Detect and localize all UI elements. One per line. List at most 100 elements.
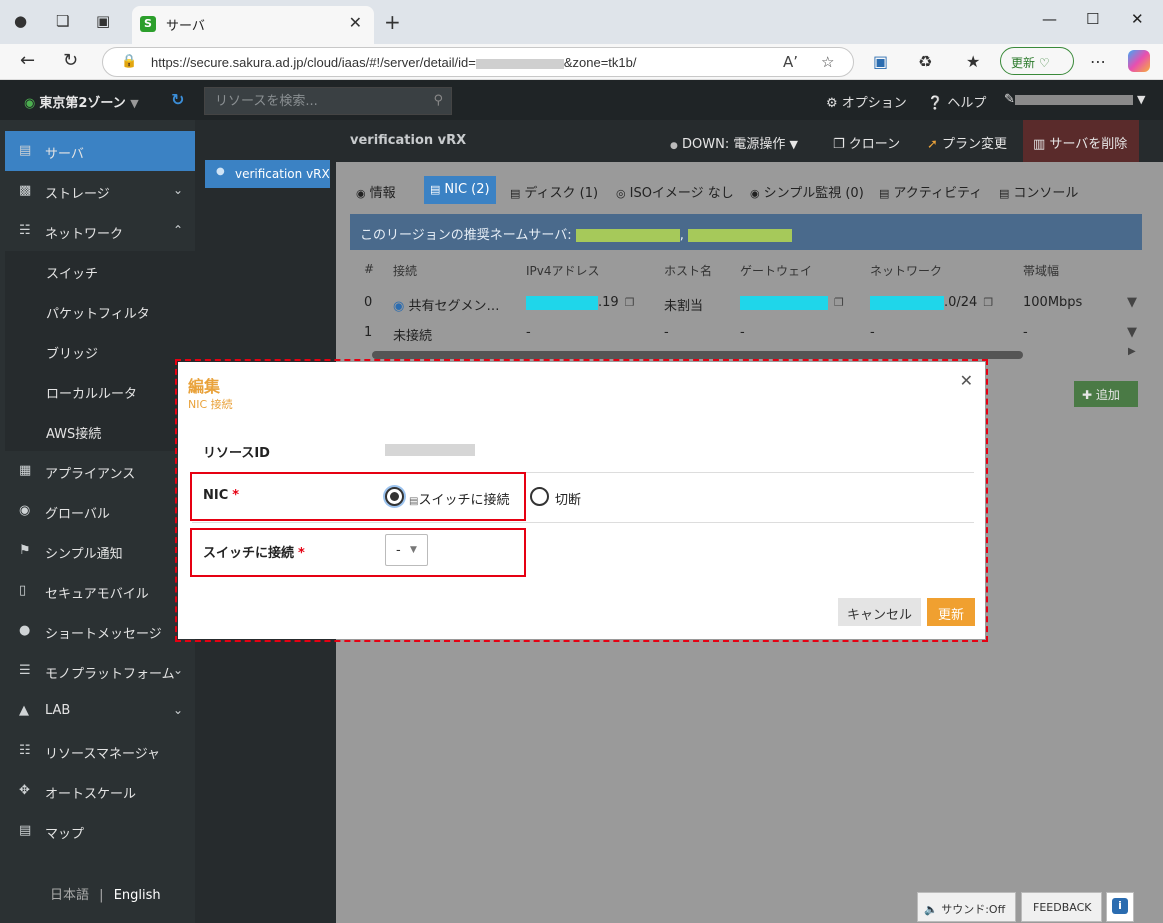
minimize-icon[interactable]: — bbox=[1042, 10, 1057, 28]
plus-icon: ✚ bbox=[1082, 388, 1093, 402]
sidebar-subitem-aws[interactable]: AWS接続 bbox=[5, 411, 195, 451]
copy-icon[interactable]: ❐ bbox=[834, 296, 844, 309]
add-nic-button[interactable]: ✚ 追加 bbox=[1074, 381, 1138, 407]
url-field[interactable]: 🔒 https://secure.sakura.ad.jp/cloud/iaas… bbox=[102, 47, 854, 77]
power-menu-button[interactable]: ● DOWN: 電源操作 ▼ bbox=[670, 133, 798, 152]
col-ipv4: IPv4アドレス bbox=[526, 264, 600, 278]
chevron-down-icon: ⌄ bbox=[172, 703, 183, 717]
info-button[interactable]: i bbox=[1106, 892, 1134, 922]
tab-info[interactable]: ◉ 情報 bbox=[356, 176, 396, 204]
tab-actions-icon[interactable]: ▣ bbox=[96, 12, 110, 30]
maximize-icon[interactable]: ☐ bbox=[1086, 10, 1099, 28]
more-menu-icon[interactable]: ⋯ bbox=[1090, 52, 1106, 71]
col-host: ホスト名 bbox=[664, 264, 713, 278]
extension-s-icon[interactable]: ▣ bbox=[873, 52, 888, 71]
close-tab-icon[interactable]: ✕ bbox=[349, 13, 362, 32]
sidebar-item-secure-mobile[interactable]: ▯ セキュアモバイル bbox=[5, 571, 195, 611]
sidebar-item-appliance[interactable]: ▦ アプライアンス bbox=[5, 451, 195, 491]
server-list-item[interactable]: ● verification vRX bbox=[205, 160, 330, 188]
zone-selector[interactable]: ◉ 東京第2ゾーン ▼ bbox=[24, 92, 139, 111]
sidebar-item-network[interactable]: ☵ ネットワーク ⌃ bbox=[5, 211, 195, 251]
row0-conn[interactable]: ◉ 共有セグメン… bbox=[393, 295, 500, 314]
sidebar-item-map[interactable]: ▤ マップ bbox=[5, 811, 195, 851]
copilot-icon[interactable] bbox=[1128, 50, 1150, 72]
tab-disk[interactable]: ▤ ディスク (1) bbox=[510, 176, 598, 204]
profile-icon[interactable]: ● bbox=[14, 12, 27, 30]
read-aloud-icon[interactable]: A’ bbox=[783, 53, 798, 71]
globe-icon: ◉ bbox=[24, 96, 36, 111]
favorite-star-icon[interactable]: ☆ bbox=[821, 53, 834, 71]
table-scrollbar[interactable] bbox=[372, 351, 1023, 359]
flask-icon: ▲ bbox=[19, 703, 29, 718]
new-tab-icon[interactable]: + bbox=[384, 10, 401, 34]
nameserver-banner: このリージョンの推奨ネームサーバ: , bbox=[350, 214, 1142, 250]
back-icon[interactable]: ← bbox=[20, 50, 35, 71]
tab-monitor[interactable]: ◉ シンプル監視 (0) bbox=[750, 176, 864, 204]
masked-username bbox=[1014, 94, 1133, 105]
tab-console[interactable]: ▤ コンソール bbox=[999, 176, 1078, 204]
app-header: ◉東京第2ゾーン ▼ ↻ ⚲ ⚙ オプション ❔ ヘルプ ✎ ▼ bbox=[0, 80, 1163, 120]
user-menu[interactable]: ✎ ▼ bbox=[1004, 92, 1146, 107]
sidebar-subitem-packet-filter[interactable]: パケットフィルタ bbox=[5, 291, 195, 331]
sidebar-item-lab[interactable]: ▲ LAB ⌄ bbox=[5, 691, 195, 731]
sidebar-item-mono-platform[interactable]: ☰ モノプラットフォーム ⌄ bbox=[5, 651, 195, 691]
col-network: ネットワーク bbox=[870, 264, 943, 278]
sidebar-item-autoscale[interactable]: ✥ オートスケール bbox=[5, 771, 195, 811]
masked-ip bbox=[526, 295, 598, 310]
help-link[interactable]: ❔ ヘルプ bbox=[927, 92, 986, 111]
row1-gateway: - bbox=[740, 325, 745, 340]
appliance-icon: ▦ bbox=[19, 463, 32, 478]
sidebar-item-resource-manager[interactable]: ☷ リソースマネージャ bbox=[5, 731, 195, 771]
browser-update-button[interactable]: 更新 ♡ bbox=[1000, 47, 1074, 75]
masked-network bbox=[870, 295, 944, 310]
options-link[interactable]: ⚙ オプション bbox=[826, 92, 907, 111]
masked-id bbox=[475, 58, 564, 69]
cd-icon: ◎ bbox=[616, 187, 626, 200]
monitor-icon: ◉ bbox=[750, 187, 760, 200]
favorites-icon[interactable]: ★ bbox=[966, 52, 980, 71]
extensions-icon[interactable]: ♻ bbox=[918, 52, 932, 71]
reload-icon[interactable]: ↻ bbox=[63, 50, 78, 71]
scroll-right-icon[interactable]: ▶ bbox=[1128, 346, 1136, 357]
feedback-button[interactable]: FEEDBACK bbox=[1021, 892, 1102, 922]
sidebar-item-server[interactable]: ▤ サーバ bbox=[5, 131, 195, 171]
network-icon: ☵ bbox=[19, 223, 31, 238]
plan-change-button[interactable]: ➚ プラン変更 bbox=[927, 133, 1007, 152]
chat-icon: ● bbox=[19, 623, 31, 638]
tab-activity[interactable]: ▤ アクティビティ bbox=[879, 176, 982, 204]
tab-iso[interactable]: ◎ ISOイメージ なし bbox=[616, 176, 734, 204]
row0-ipv4: .19 ❐ bbox=[526, 295, 635, 310]
sidebar-item-storage[interactable]: ▩ ストレージ ⌄ bbox=[5, 171, 195, 211]
sidebar-item-short-message[interactable]: ● ショートメッセージ bbox=[5, 611, 195, 651]
chevron-down-icon: ⌄ bbox=[172, 663, 183, 677]
site-favicon-icon: S bbox=[140, 16, 156, 32]
sidebar-subitem-local-router[interactable]: ローカルルータ bbox=[5, 371, 195, 411]
clone-button[interactable]: ❐ クローン bbox=[833, 133, 900, 152]
refresh-icon[interactable]: ↻ bbox=[171, 90, 184, 109]
sidebar-item-simple-notify[interactable]: ⚑ シンプル通知 bbox=[5, 531, 195, 571]
window-close-icon[interactable]: ✕ bbox=[1131, 10, 1144, 28]
browser-tab[interactable]: S サーバ ✕ bbox=[132, 6, 374, 44]
tab-nic[interactable]: ▤ NIC (2) bbox=[424, 176, 496, 204]
row0-expand-icon[interactable]: ▼ bbox=[1127, 295, 1137, 310]
copy-icon[interactable]: ❐ bbox=[625, 296, 635, 309]
sound-toggle-button[interactable]: 🔈 サウンド:Off bbox=[917, 892, 1016, 922]
chart-icon: ▤ bbox=[879, 187, 890, 200]
workspaces-icon[interactable]: ❏ bbox=[56, 12, 69, 30]
lang-en-link[interactable]: English bbox=[114, 888, 161, 903]
sidebar-subitem-bridge[interactable]: ブリッジ bbox=[5, 331, 195, 371]
copy-icon[interactable]: ❐ bbox=[983, 296, 993, 309]
chevron-up-icon: ⌃ bbox=[172, 223, 183, 237]
col-num: # bbox=[364, 262, 375, 276]
row1-expand-icon[interactable]: ▼ bbox=[1127, 325, 1137, 340]
help-icon: ❔ bbox=[927, 96, 944, 111]
sidebar-item-global[interactable]: ◉ グローバル bbox=[5, 491, 195, 531]
nic-icon: ▤ bbox=[430, 183, 441, 196]
resource-search[interactable]: ⚲ bbox=[204, 87, 452, 115]
row1-conn: 未接続 bbox=[393, 329, 433, 344]
delete-server-button[interactable]: ▥ サーバを削除 bbox=[1023, 120, 1139, 162]
sidebar-subitem-switch[interactable]: スイッチ bbox=[5, 251, 195, 291]
search-input[interactable] bbox=[205, 88, 425, 114]
lang-ja-link[interactable]: 日本語 bbox=[50, 888, 89, 903]
search-icon[interactable]: ⚲ bbox=[433, 93, 443, 108]
